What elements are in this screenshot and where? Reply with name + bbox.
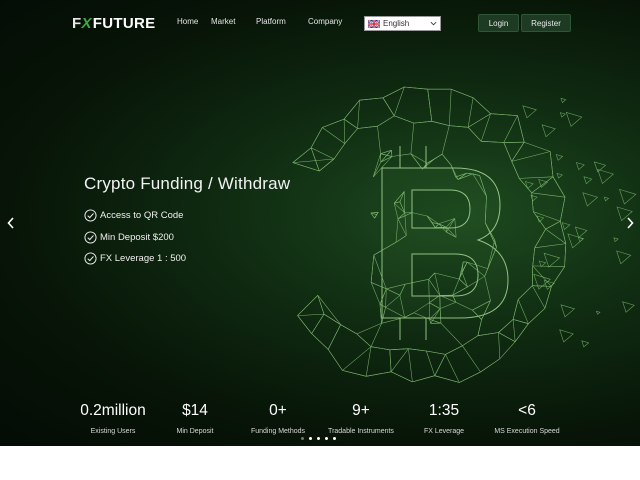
carousel-dots	[301, 437, 341, 440]
feature-item: Min Deposit $200	[84, 231, 174, 244]
login-button[interactable]: Login	[478, 14, 519, 32]
check-circle-icon	[84, 209, 97, 222]
brand-logo[interactable]: F X FUTURE	[72, 14, 155, 32]
carousel-dot[interactable]	[301, 437, 304, 440]
feature-label: Access to QR Code	[100, 210, 184, 221]
feature-label: FX Leverage 1 : 500	[100, 253, 187, 264]
language-label: English	[383, 19, 410, 28]
logo-mark: X	[81, 14, 92, 32]
feature-item: FX Leverage 1 : 500	[84, 252, 186, 265]
logo-text: FUTURE	[92, 14, 156, 32]
chevron-left-icon[interactable]	[6, 216, 16, 230]
feature-label: Min Deposit $200	[100, 232, 174, 243]
page-content-below	[0, 446, 640, 480]
stat-label: MS Execution Speed	[494, 428, 560, 435]
language-select[interactable]: English	[364, 16, 441, 31]
nav-company[interactable]: Company	[308, 17, 342, 26]
uk-flag-icon	[368, 19, 380, 28]
check-circle-icon	[84, 252, 97, 265]
login-label: Login	[488, 18, 509, 28]
check-circle-icon	[84, 231, 97, 244]
stat-value: <6	[518, 402, 536, 419]
hero-section: F X FUTURE Home Market Platform Company En…	[0, 0, 640, 446]
stat-execution-speed: <6 MS Execution Speed	[472, 402, 582, 435]
carousel-dot[interactable]	[325, 437, 328, 440]
hero-title: Crypto Funding / Withdraw	[84, 174, 291, 193]
feature-item: Access to QR Code	[84, 209, 183, 222]
carousel-dot[interactable]	[317, 437, 320, 440]
nav-platform[interactable]: Platform	[256, 17, 286, 26]
nav-home[interactable]: Home	[177, 17, 198, 26]
carousel-dot[interactable]	[333, 437, 336, 440]
carousel-dot[interactable]	[309, 437, 312, 440]
chevron-down-icon	[430, 21, 437, 26]
bitcoin-network-icon	[292, 86, 637, 383]
nav-market[interactable]: Market	[211, 17, 235, 26]
register-button[interactable]: Register	[521, 14, 571, 32]
chevron-right-icon[interactable]	[625, 216, 635, 230]
register-label: Register	[531, 18, 561, 28]
